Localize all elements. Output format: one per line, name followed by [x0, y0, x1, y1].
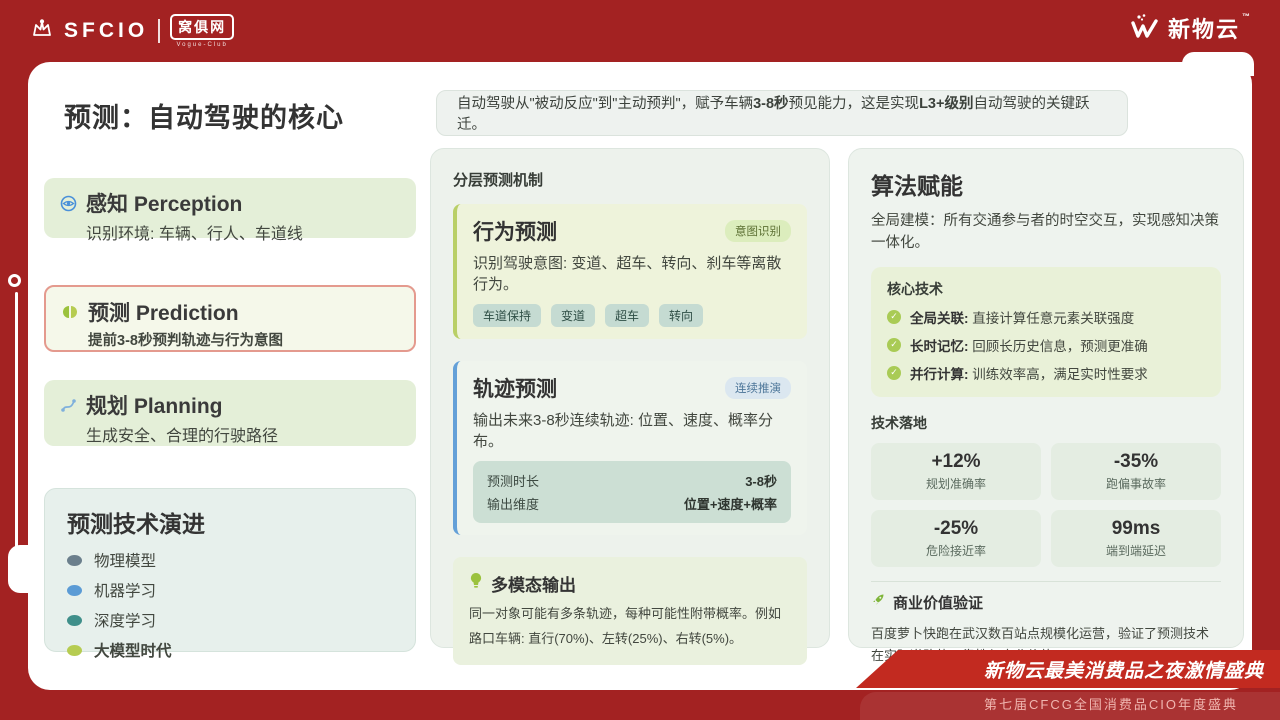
- footer-band: 新物云最美消费品之夜激情盛典: [856, 650, 1280, 688]
- prediction-title: 预测 Prediction: [88, 297, 239, 327]
- perception-title: 感知 Perception: [86, 188, 242, 218]
- card-tab-bottom-left: [8, 545, 40, 593]
- page-title: 预测：自动驾驶的核心: [64, 96, 344, 135]
- dot-icon: [67, 615, 82, 626]
- algorithm-intro: 全局建模：所有交通参与者的时空交互，实现感知决策一体化。: [871, 211, 1221, 255]
- tag: 车道保持: [473, 304, 541, 327]
- woju-badge-subtext: Vogue-Club: [176, 42, 227, 48]
- summary-banner: 自动驾驶从"被动反应"到"主动预判"，赋予车辆3-8秒预见能力，这是实现L3+级…: [436, 90, 1128, 136]
- behavior-title: 行为预测: [473, 216, 557, 246]
- evolution-item: 深度学习: [67, 609, 393, 631]
- bulb-icon: [469, 572, 483, 595]
- eye-icon: [60, 195, 77, 212]
- behavior-badge: 意图识别: [725, 220, 791, 242]
- multimodal-title: 多模态输出: [491, 571, 576, 596]
- crown-icon: [30, 17, 54, 46]
- brand-xinwuyun-text: 新物云™: [1168, 12, 1252, 44]
- stat-box: -35% 跑偏事故率: [1051, 443, 1221, 500]
- mechanism-header: 分层预测机制: [453, 169, 807, 190]
- trajectory-title: 轨迹预测: [473, 373, 557, 403]
- trajectory-badge: 连续推演: [725, 377, 791, 399]
- footer-event-subtitle: 第七届CFCG全国消费品CIO年度盛典: [984, 694, 1238, 713]
- table-row: 输出维度 位置+速度+概率: [487, 492, 777, 515]
- core-tech-item: ✓ 全局关联: 直接计算任意元素关联强度: [887, 307, 1205, 327]
- footer-event-title: 新物云最美消费品之夜激情盛典: [984, 656, 1264, 683]
- behavior-prediction-card: 行为预测 意图识别 识别驾驶意图: 变道、超车、转向、刹车等离散行为。 车道保持…: [453, 204, 807, 339]
- evolution-card: 预测技术演进 物理模型 机器学习 深度学习 大模型时代: [44, 488, 416, 652]
- card-tab-top-right: [1182, 52, 1254, 76]
- evolution-item: 机器学习: [67, 579, 393, 601]
- prediction-desc: 提前3-8秒预判轨迹与行为意图: [88, 329, 398, 350]
- core-tech-title: 核心技术: [887, 279, 1205, 299]
- behavior-tags: 车道保持 变道 超车 转向: [473, 304, 791, 327]
- route-icon: [60, 397, 77, 414]
- business-title: 商业价值验证: [893, 592, 983, 613]
- mechanism-panel: 分层预测机制 行为预测 意图识别 识别驾驶意图: 变道、超车、转向、刹车等离散行…: [430, 148, 830, 648]
- landing-title: 技术落地: [871, 413, 1221, 433]
- evolution-item: 物理模型: [67, 549, 393, 571]
- tag: 变道: [551, 304, 595, 327]
- card-perception: 感知 Perception 识别环境: 车辆、行人、车道线: [44, 178, 416, 238]
- card-prediction: 预测 Prediction 提前3-8秒预判轨迹与行为意图: [44, 285, 416, 352]
- brand-right: 新物云™: [1130, 12, 1252, 44]
- dot-icon: [67, 555, 82, 566]
- trajectory-table: 预测时长 3-8秒 输出维度 位置+速度+概率: [473, 461, 791, 523]
- check-icon: ✓: [887, 338, 901, 352]
- core-tech-item: ✓ 长时记忆: 回顾长历史信息，预测更准确: [887, 335, 1205, 355]
- planning-title: 规划 Planning: [86, 390, 223, 420]
- divider: [871, 581, 1221, 582]
- stats-grid: +12% 规划准确率 -35% 跑偏事故率 -25% 危险接近率 99ms 端到…: [871, 443, 1221, 567]
- evolution-title: 预测技术演进: [67, 505, 393, 539]
- brand-divider: [158, 19, 160, 43]
- multimodal-desc: 同一对象可能有多条轨迹，每种可能性附带概率。例如路口车辆: 直行(70%)、左转…: [469, 602, 791, 651]
- check-icon: ✓: [887, 366, 901, 380]
- trajectory-desc: 输出未来3-8秒连续轨迹: 位置、速度、概率分布。: [473, 409, 791, 451]
- tag: 转向: [659, 304, 703, 327]
- brand-sfcio-text: SFCIO: [64, 19, 148, 43]
- core-tech-box: 核心技术 ✓ 全局关联: 直接计算任意元素关联强度 ✓ 长时记忆: 回顾长历史信…: [871, 267, 1221, 397]
- banner-text: 自动驾驶从"被动反应"到"主动预判"，赋予车辆3-8秒预见能力，这是实现L3+级…: [457, 92, 1107, 134]
- table-row: 预测时长 3-8秒: [487, 469, 777, 492]
- multimodal-output-card: 多模态输出 同一对象可能有多条轨迹，每种可能性附带概率。例如路口车辆: 直行(7…: [453, 557, 807, 665]
- card-planning: 规划 Planning 生成安全、合理的行驶路径: [44, 380, 416, 446]
- dot-icon: [67, 645, 82, 656]
- brand-left: SFCIO 窝俱网 Vogue-Club: [30, 14, 234, 48]
- xinwuyun-w-icon: [1130, 13, 1160, 44]
- prediction-icon: [62, 304, 79, 321]
- stat-box: +12% 规划准确率: [871, 443, 1041, 500]
- core-tech-item: ✓ 并行计算: 训练效率高，满足实时性要求: [887, 363, 1205, 383]
- rocket-icon: [871, 592, 886, 612]
- algorithm-title: 算法赋能: [871, 167, 1221, 201]
- evolution-item: 大模型时代: [67, 639, 393, 661]
- stat-box: -25% 危险接近率: [871, 510, 1041, 567]
- dot-icon: [67, 585, 82, 596]
- planning-desc: 生成安全、合理的行驶路径: [86, 422, 400, 446]
- trajectory-prediction-card: 轨迹预测 连续推演 输出未来3-8秒连续轨迹: 位置、速度、概率分布。 预测时长…: [453, 361, 807, 535]
- algorithm-panel: 算法赋能 全局建模：所有交通参与者的时空交互，实现感知决策一体化。 核心技术 ✓…: [848, 148, 1244, 648]
- perception-desc: 识别环境: 车辆、行人、车道线: [86, 220, 400, 244]
- behavior-desc: 识别驾驶意图: 变道、超车、转向、刹车等离散行为。: [473, 252, 791, 294]
- stat-box: 99ms 端到端延迟: [1051, 510, 1221, 567]
- woju-badge-text: 窝俱网: [170, 14, 234, 40]
- timeline-ring-decoration: [8, 274, 21, 287]
- check-icon: ✓: [887, 310, 901, 324]
- tag: 超车: [605, 304, 649, 327]
- brand-woju-badge: 窝俱网 Vogue-Club: [170, 14, 234, 48]
- timeline-line-decoration: [15, 292, 18, 554]
